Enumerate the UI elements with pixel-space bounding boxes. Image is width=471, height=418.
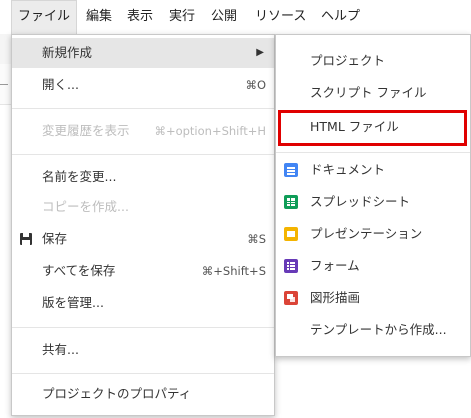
forms-icon bbox=[284, 259, 298, 273]
file-menu-dropdown: 新規作成 ▶ 開く... ⌘O 変更履歴を表示 ⌘+option+Shift+H… bbox=[11, 34, 275, 416]
shortcut-label: ⌘+Shift+S bbox=[201, 264, 266, 278]
new-submenu: プロジェクト スクリプト ファイル HTML ファイル ドキュメント スプレッド… bbox=[275, 34, 471, 357]
submenu-item-label: 図形描画 bbox=[310, 290, 361, 305]
submenu-arrow-icon: ▶ bbox=[256, 47, 264, 58]
menu-item-share[interactable]: 共有... bbox=[12, 335, 274, 365]
menu-item-label: 変更履歴を表示 bbox=[42, 123, 130, 138]
submenu-item-label: テンプレートから作成... bbox=[310, 322, 447, 337]
submenu-item-label: フォーム bbox=[310, 258, 360, 273]
submenu-item-presentation[interactable]: プレゼンテーション bbox=[276, 219, 470, 249]
save-icon bbox=[20, 233, 32, 245]
menu-separator bbox=[276, 152, 470, 153]
submenu-item-label: プレゼンテーション bbox=[310, 226, 423, 241]
submenu-item-from-template[interactable]: テンプレートから作成... bbox=[276, 315, 470, 345]
slides-icon bbox=[284, 227, 298, 241]
menu-item-label: すべてを保存 bbox=[42, 263, 116, 278]
menu-file[interactable]: ファイル bbox=[11, 0, 78, 34]
menu-publish[interactable]: 公開 bbox=[205, 0, 243, 34]
drawings-icon bbox=[284, 291, 298, 305]
submenu-item-spreadsheet[interactable]: スプレッドシート bbox=[276, 187, 470, 217]
menu-item-new[interactable]: 新規作成 ▶ bbox=[12, 38, 274, 68]
menu-item-manage-versions[interactable]: 版を管理... bbox=[12, 288, 274, 318]
submenu-item-project[interactable]: プロジェクト bbox=[276, 46, 470, 76]
menu-item-label: 保存 bbox=[42, 231, 68, 246]
submenu-item-document[interactable]: ドキュメント bbox=[276, 155, 470, 185]
menu-item-save[interactable]: 保存 ⌘S bbox=[12, 224, 274, 254]
menu-item-rename[interactable]: 名前を変更... bbox=[12, 162, 274, 192]
submenu-item-label: スプレッドシート bbox=[310, 194, 411, 209]
menu-separator bbox=[12, 373, 274, 374]
menu-separator bbox=[12, 108, 274, 109]
shortcut-label: ⌘+option+Shift+H bbox=[154, 124, 266, 138]
menu-item-label: 名前を変更... bbox=[42, 169, 117, 184]
submenu-item-label: ドキュメント bbox=[310, 162, 386, 177]
menu-separator bbox=[12, 327, 274, 328]
docs-icon bbox=[284, 163, 298, 177]
menu-item-label: 版を管理... bbox=[42, 295, 104, 310]
menu-item-make-copy: コピーを作成... bbox=[12, 192, 274, 222]
divider bbox=[0, 84, 8, 85]
highlight-box bbox=[278, 110, 467, 146]
menu-item-save-all[interactable]: すべてを保存 ⌘+Shift+S bbox=[12, 256, 274, 286]
menu-resources[interactable]: リソース bbox=[249, 0, 312, 34]
menu-item-project-properties[interactable]: プロジェクトのプロパティ bbox=[12, 379, 274, 409]
menu-run[interactable]: 実行 bbox=[163, 0, 201, 34]
menu-view[interactable]: 表示 bbox=[121, 0, 159, 34]
menu-item-label: 開く... bbox=[42, 77, 79, 92]
shortcut-label: ⌘O bbox=[245, 78, 266, 92]
menu-separator bbox=[12, 154, 274, 155]
menu-item-label: 共有... bbox=[42, 342, 79, 357]
submenu-item-label: プロジェクト bbox=[310, 53, 386, 68]
menu-item-open[interactable]: 開く... ⌘O bbox=[12, 70, 274, 100]
menu-item-label: コピーを作成... bbox=[42, 199, 129, 214]
submenu-item-drawing[interactable]: 図形描画 bbox=[276, 283, 470, 313]
menu-item-label: 新規作成 bbox=[42, 45, 93, 60]
menu-edit[interactable]: 編集 bbox=[80, 0, 118, 34]
submenu-item-label: スクリプト ファイル bbox=[310, 85, 427, 100]
sheets-icon bbox=[284, 195, 298, 209]
menu-bar: ファイル 編集 表示 実行 公開 リソース ヘルプ bbox=[0, 0, 471, 34]
menu-help[interactable]: ヘルプ bbox=[315, 0, 366, 34]
menu-item-revision-history: 変更履歴を表示 ⌘+option+Shift+H bbox=[12, 116, 274, 146]
shortcut-label: ⌘S bbox=[247, 232, 266, 246]
submenu-item-form[interactable]: フォーム bbox=[276, 251, 470, 281]
submenu-item-script-file[interactable]: スクリプト ファイル bbox=[276, 78, 470, 108]
menu-item-label: プロジェクトのプロパティ bbox=[42, 386, 192, 401]
